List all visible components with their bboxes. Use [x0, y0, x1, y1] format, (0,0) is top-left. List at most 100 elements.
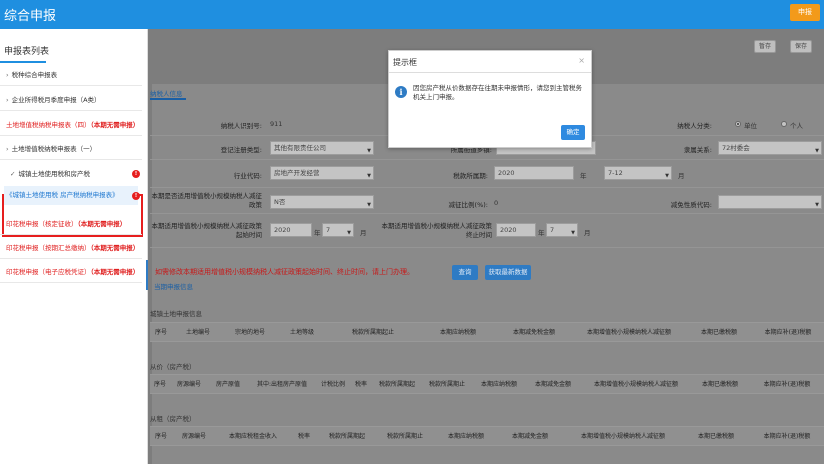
th: 宗地的地号 — [234, 329, 265, 336]
caret-down-icon: ▼ — [665, 173, 669, 179]
chevron-right-icon: › — [6, 145, 9, 153]
start-month-select[interactable]: 7 ▼ — [322, 223, 354, 237]
confirm-button[interactable]: 确定 — [561, 125, 585, 140]
period-year-input[interactable]: 2020 — [494, 166, 574, 180]
year-unit: 年 — [314, 229, 321, 237]
sidebar-item-land-vat-1[interactable]: › 土地增值税纳税申报表（一） — [0, 139, 142, 160]
taxpayer-id-value: 911 — [270, 120, 283, 128]
sidebar-sub-item-land-property-form[interactable]: 《城镇土地使用税 房产税纳税申报表》 — [4, 186, 138, 205]
small-scale-label: 本期是否适用增值税小规模纳税人减征政策 — [151, 192, 263, 209]
section-land-tax: 城镇土地申报信息 — [150, 310, 202, 318]
th: 本期应纳税额 — [480, 381, 517, 388]
end-month-select[interactable]: 7 ▼ — [546, 223, 578, 237]
fetch-latest-button[interactable]: 获取最新数据 — [485, 265, 531, 280]
th: 本期增值税小规模纳税人减征额 — [593, 381, 678, 388]
section-rent-based: 从租（房产税） — [150, 415, 196, 423]
industry-select[interactable]: 房地产开发经营 ▼ — [270, 166, 374, 180]
th: 税率 — [297, 433, 310, 440]
sidebar-item-stamp-tax-periodic[interactable]: 印花税申报（按期汇总缴纳）（本期无需申报） — [0, 238, 142, 259]
notice-text: 如需修改本期适用增值税小规模纳税人减征政策起始时间、终止时间，请上门办理。 — [155, 268, 414, 276]
check-icon: ✓ — [10, 170, 16, 178]
taxpayer-class-label: 纳税人分类: — [677, 122, 712, 130]
caret-down-icon: ▼ — [367, 202, 371, 208]
reduce-code-select[interactable]: ▼ — [718, 195, 822, 209]
th: 税款所属期起止 — [351, 329, 394, 336]
dialog-message: 因您房产税从价数据存在往期未申报情形，请您到主管税务机关上门申报。 — [413, 84, 582, 101]
dialog-header: 提示框 × — [389, 51, 591, 73]
th: 本期已缴税额 — [701, 381, 738, 388]
th: 本期已缴税额 — [700, 329, 737, 336]
sidebar-item-tax-summary[interactable]: › 税种综合申报表 — [0, 65, 142, 86]
month-unit: 月 — [678, 172, 685, 180]
affiliation-label: 隶属关系: — [683, 146, 712, 154]
chevron-right-icon: › — [6, 96, 9, 104]
reduce-ratio-value: 0 — [494, 199, 499, 207]
tab-taxpayer-info[interactable]: 纳税人信息 — [150, 88, 183, 98]
th: 房产原值 — [215, 381, 240, 388]
section-ad-valorem: 从价（房产税） — [150, 363, 196, 371]
sidebar-item-stamp-tax-verified[interactable]: 印花税申报（核定征收）（本期无需申报） — [0, 214, 142, 235]
info-icon: i — [395, 86, 407, 98]
caret-down-icon: ▼ — [571, 230, 575, 236]
caret-down-icon: ▼ — [367, 173, 371, 179]
radio-person[interactable] — [781, 121, 787, 127]
sidebar-item-corporate-income-tax[interactable]: › 企业所得税月季度申报（A类） — [0, 90, 142, 111]
sidebar-item-land-vat-4[interactable]: 土地增值税纳税申报表（四）（本期无需申报） — [0, 115, 142, 136]
tab-underline — [150, 98, 186, 100]
th: 本期减免金额 — [534, 381, 571, 388]
reduce-code-label: 减免性质代码: — [670, 201, 712, 209]
th: 其中:出租房产原值 — [256, 381, 308, 388]
th: 本期应纳税额 — [439, 329, 476, 336]
th: 税款所属期起 — [328, 433, 365, 440]
dialog-title: 提示框 — [393, 58, 417, 67]
query-button[interactable]: 查询 — [452, 265, 478, 280]
radio-person-label: 个人 — [790, 122, 803, 130]
th: 本期减免金额 — [511, 433, 548, 440]
app-title: 综合申报 — [4, 9, 57, 24]
close-icon[interactable]: × — [578, 56, 585, 65]
sidebar-item-stamp-tax-electronic[interactable]: 印花税申报（电子应税凭证）（本期无需申报） — [0, 262, 142, 283]
reg-type-select[interactable]: 其他有限责任公司 ▼ — [270, 141, 374, 155]
radio-unit-label: 单位 — [744, 122, 757, 130]
report-button[interactable]: 申报 — [790, 4, 820, 21]
rent-table-header: 序号 房源编号 本期应税租金收入 税率 税款所属期起 税款所属期止 本期应纳税额… — [150, 426, 824, 446]
month-unit: 月 — [360, 229, 367, 237]
th: 房源编号 — [181, 433, 206, 440]
end-year-input[interactable]: 2020 — [496, 223, 536, 237]
th: 税款所属期止 — [428, 381, 465, 388]
sidebar-title: 申报表列表 — [4, 47, 50, 57]
reg-type-label: 登记注册类型: — [220, 146, 262, 154]
month-unit: 月 — [584, 229, 591, 237]
small-scale-select[interactable]: N否 ▼ — [270, 195, 374, 209]
th: 土地等级 — [289, 329, 314, 336]
industry-label: 行业代码: — [233, 172, 262, 180]
start-time-label: 本期适用增值税小规模纳税人减征政策起始时间 — [151, 222, 263, 239]
th: 序号 — [154, 329, 167, 336]
th: 本期增值税小规模纳税人减征额 — [580, 433, 665, 440]
save-draft-button[interactable]: 暂存 — [754, 40, 776, 53]
year-unit: 年 — [538, 229, 545, 237]
app-header: 综合申报 申报 — [0, 0, 824, 29]
th: 房源编号 — [176, 381, 201, 388]
warning-badge: ! — [132, 192, 140, 200]
caret-down-icon: ▼ — [815, 148, 819, 154]
th: 序号 — [153, 381, 166, 388]
affiliation-select[interactable]: 72村委会 ▼ — [718, 141, 822, 155]
th: 税款所属期起 — [378, 381, 415, 388]
th: 税率 — [354, 381, 367, 388]
ad-valorem-table-header: 序号 房源编号 房产原值 其中:出租房产原值 计税比例 税率 税款所属期起 税款… — [150, 374, 824, 394]
th: 土地编号 — [185, 329, 210, 336]
start-year-input[interactable]: 2020 — [270, 223, 312, 237]
reduce-ratio-label: 减征比例(%): — [448, 201, 488, 209]
radio-unit[interactable] — [735, 121, 741, 127]
end-time-label: 本期适用增值税小规模纳税人减征政策终止时间 — [381, 222, 493, 239]
caret-down-icon: ▼ — [367, 148, 371, 154]
sidebar-item-urban-land-property-tax[interactable]: ✓ 城镇土地使用税和房产税 — [4, 164, 138, 185]
th: 本期已缴税额 — [697, 433, 734, 440]
save-button[interactable]: 保存 — [790, 40, 812, 53]
warning-badge: ! — [132, 170, 140, 178]
land-table-header: 序号 土地编号 宗地的地号 土地等级 税款所属期起止 本期应纳税额 本期减免税金… — [150, 322, 824, 342]
sidebar: 申报表列表 › 税种综合申报表 › 企业所得税月季度申报（A类） 土地增值税纳税申报… — [0, 29, 148, 464]
period-month-select[interactable]: 7-12 ▼ — [604, 166, 672, 180]
tab-current-info[interactable]: 当期申报信息 — [154, 281, 193, 291]
